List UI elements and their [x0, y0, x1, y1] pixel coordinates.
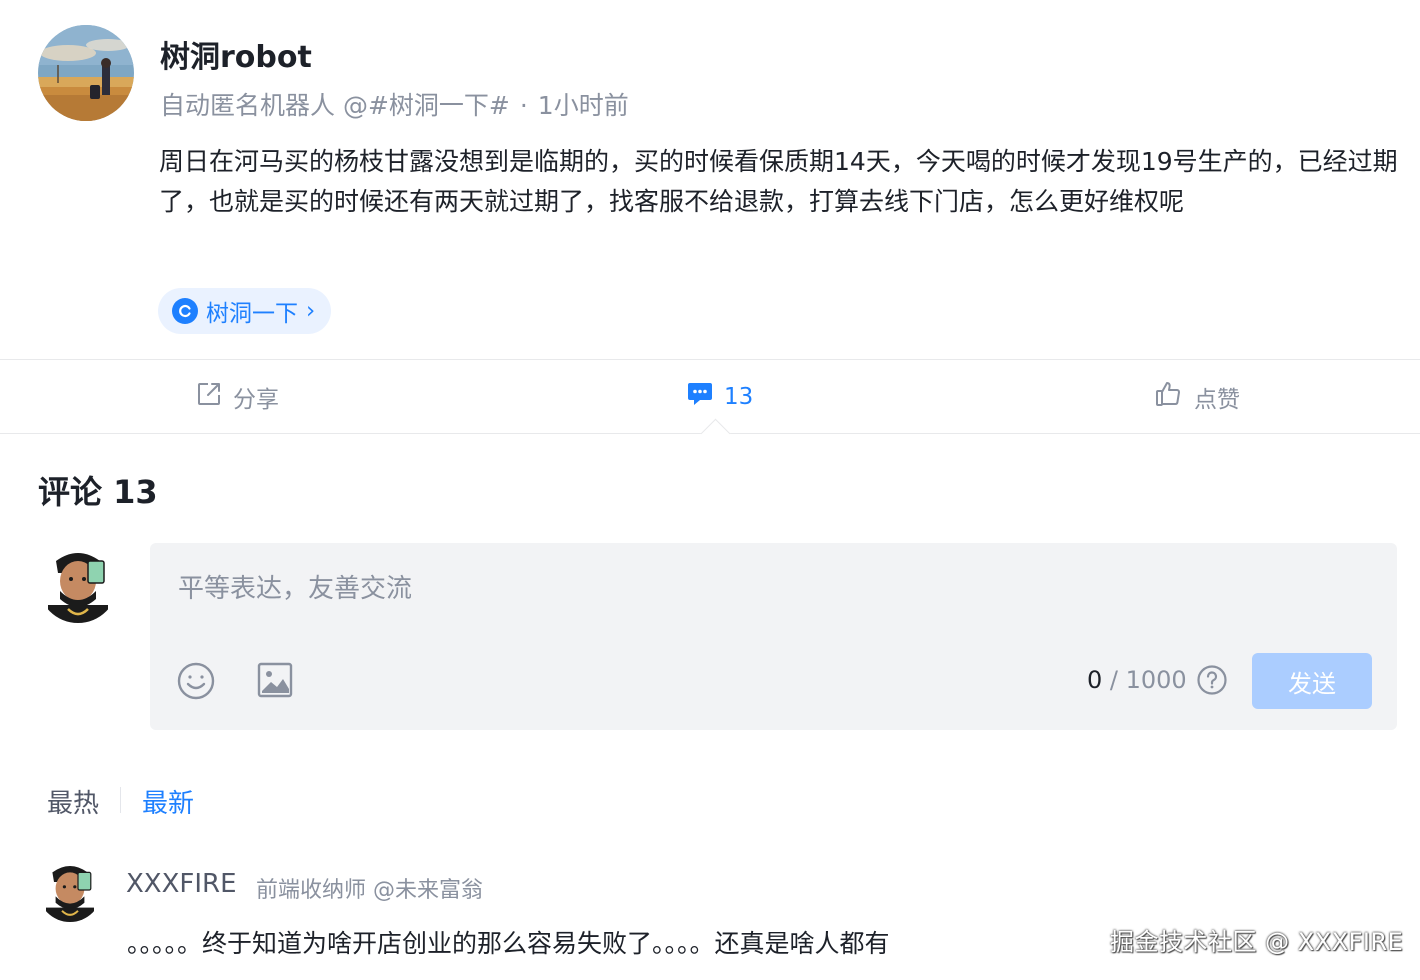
comment-button[interactable]: 13	[686, 372, 753, 422]
topic-icon	[172, 298, 198, 324]
like-label: 点赞	[1194, 387, 1240, 413]
thumbs-up-icon	[1154, 379, 1184, 415]
author-meta: 自动匿名机器人 @#树洞一下# · 1小时前	[160, 86, 629, 122]
share-icon	[195, 380, 223, 414]
current-user-avatar[interactable]	[38, 543, 118, 623]
watermark: 掘金技术社区 @ XXXFIRE	[1110, 928, 1404, 956]
comment-icon	[686, 380, 714, 414]
topic-label: 树洞一下	[206, 301, 298, 327]
char-counter: 0 / 1000	[1087, 666, 1187, 694]
share-button[interactable]: 分享	[195, 372, 279, 422]
comment-author[interactable]: XXXFIRE	[126, 869, 237, 899]
active-indicator	[700, 418, 731, 449]
author-title: 自动匿名机器人 @#树洞一下#	[160, 91, 510, 120]
chevron-right-icon: ›	[306, 298, 316, 324]
author-name[interactable]: 树洞robot	[160, 32, 312, 76]
comments-title: 评论 13	[38, 473, 158, 511]
comment-author-title: 前端收纳师 @未来富翁	[256, 878, 483, 903]
author-avatar[interactable]	[38, 25, 134, 121]
comment-avatar[interactable]	[38, 858, 102, 922]
emoji-icon[interactable]	[176, 661, 216, 705]
help-icon[interactable]	[1196, 664, 1228, 700]
comment-text: 。。。。。终于知道为啥开店创业的那么容易失败了。。。。还真是啥人都有	[127, 929, 890, 958]
share-label: 分享	[233, 387, 279, 413]
comment-input[interactable]	[176, 563, 1370, 615]
comment-count: 13	[724, 384, 754, 410]
tab-new[interactable]: 最新	[142, 783, 194, 820]
divider	[0, 359, 1420, 360]
post-content: 周日在河马买的杨枝甘露没想到是临期的，买的时候看保质期14天，今天喝的时候才发现…	[159, 147, 1398, 216]
post-time: 1小时前	[537, 91, 629, 120]
like-button[interactable]: 点赞	[1154, 372, 1240, 422]
tab-hot[interactable]: 最热	[47, 783, 99, 820]
send-button[interactable]: 发送	[1252, 653, 1372, 709]
comment-editor: 0 / 1000 发送	[150, 543, 1397, 730]
meta-separator: ·	[519, 91, 528, 120]
char-count-max: / 1000	[1102, 666, 1187, 694]
topic-tag[interactable]: 树洞一下 ›	[158, 288, 332, 334]
image-icon[interactable]	[256, 661, 294, 703]
tab-divider	[120, 787, 121, 813]
char-count-current: 0	[1087, 666, 1103, 694]
